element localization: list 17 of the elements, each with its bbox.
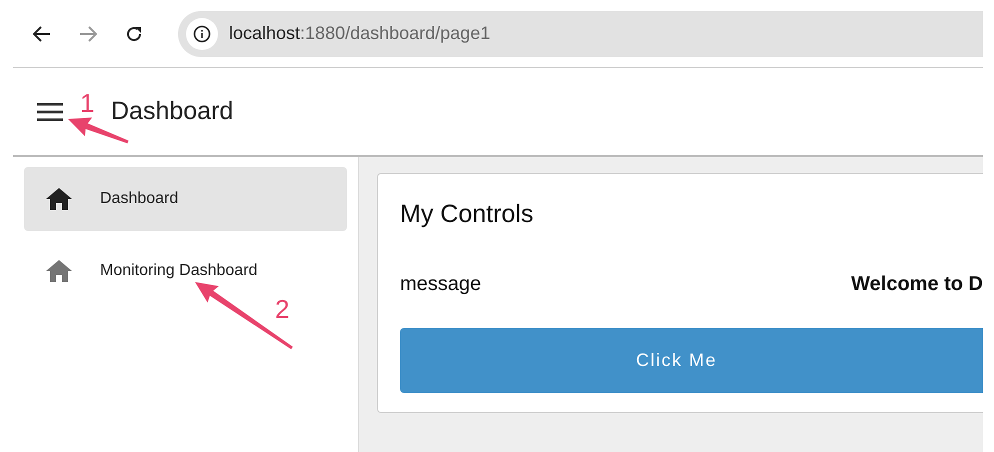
annotation-number: 1 (80, 90, 94, 116)
home-icon (46, 188, 72, 210)
home-icon (46, 260, 72, 282)
reload-icon[interactable] (125, 24, 143, 42)
sidebar-item[interactable]: Dashboard (24, 167, 347, 231)
field-value: Welcome to D (851, 272, 983, 296)
url-path: :1880/dashboard/page1 (300, 22, 490, 45)
url-host: localhost (229, 22, 300, 45)
menu-icon[interactable] (37, 102, 63, 122)
field-label: message (400, 272, 482, 296)
info-icon (186, 18, 218, 50)
address-bar[interactable]: localhost:1880/dashboard/page1 (178, 10, 983, 56)
annotation-number: 2 (275, 296, 290, 322)
card-title: My Controls (400, 199, 534, 230)
forward-icon[interactable] (79, 26, 97, 42)
page-title: Dashboard (111, 96, 234, 127)
back-icon[interactable] (33, 26, 51, 42)
